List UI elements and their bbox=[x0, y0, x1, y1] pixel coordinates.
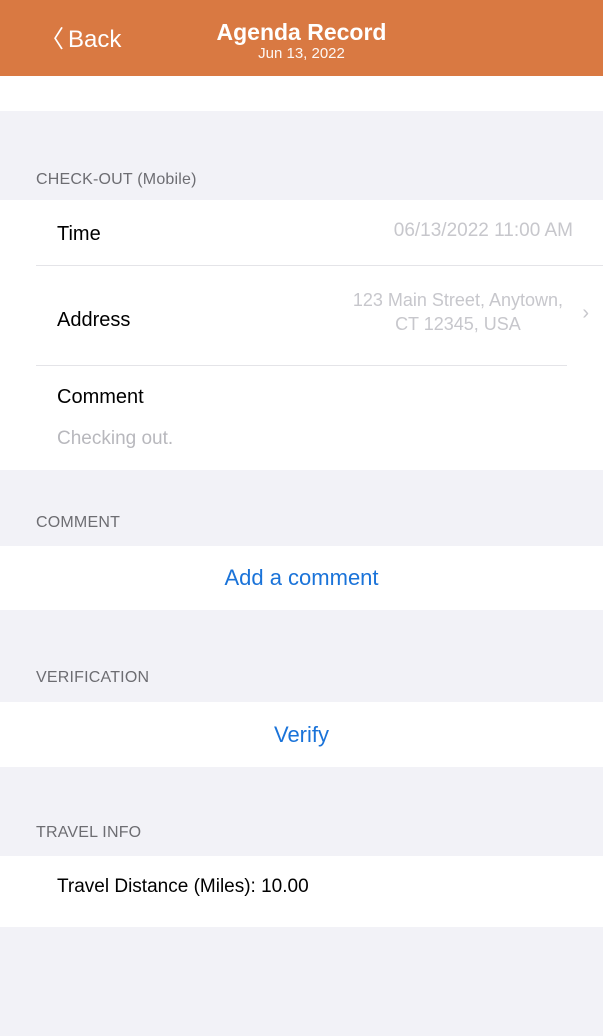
comment-value: Checking out. bbox=[57, 428, 174, 449]
section-header-travel-info: TRAVEL INFO bbox=[36, 824, 142, 841]
comment-label: Comment bbox=[57, 386, 144, 408]
address-line-1: 123 Main Street, Anytown, bbox=[352, 290, 563, 310]
section-header-comment: COMMENT bbox=[36, 514, 121, 531]
address-line-2: CT 12345, USA bbox=[395, 314, 521, 334]
section-header-checkout: CHECK-OUT (Mobile) bbox=[36, 171, 197, 188]
chevron-right-icon: › bbox=[582, 302, 589, 324]
top-spacer bbox=[0, 76, 603, 111]
checkout-group: Time 06/13/2022 11:00 AM Address 123 Mai… bbox=[0, 200, 603, 470]
travel-distance: Travel Distance (Miles): 10.00 bbox=[57, 876, 309, 897]
time-row[interactable]: Time 06/13/2022 11:00 AM bbox=[0, 200, 603, 265]
navigation-bar: 〈 Back Agenda Record Jun 13, 2022 bbox=[0, 0, 603, 76]
address-label: Address bbox=[57, 309, 131, 331]
time-label: Time bbox=[57, 223, 101, 245]
comment-row[interactable]: Comment Checking out. bbox=[0, 366, 603, 470]
section-header-verification: VERIFICATION bbox=[36, 669, 150, 686]
title-block: Agenda Record Jun 13, 2022 bbox=[0, 19, 603, 63]
page-subtitle: Jun 13, 2022 bbox=[258, 45, 345, 62]
add-comment-button[interactable]: Add a comment bbox=[0, 546, 603, 610]
address-value: 123 Main Street, Anytown, CT 12345, USA bbox=[353, 288, 563, 336]
travel-info-cell: Travel Distance (Miles): 10.00 bbox=[0, 856, 603, 927]
address-row[interactable]: Address 123 Main Street, Anytown, CT 123… bbox=[0, 266, 603, 364]
verify-button[interactable]: Verify bbox=[0, 702, 603, 767]
time-value: 06/13/2022 11:00 AM bbox=[393, 220, 573, 241]
page-title: Agenda Record bbox=[216, 19, 387, 45]
